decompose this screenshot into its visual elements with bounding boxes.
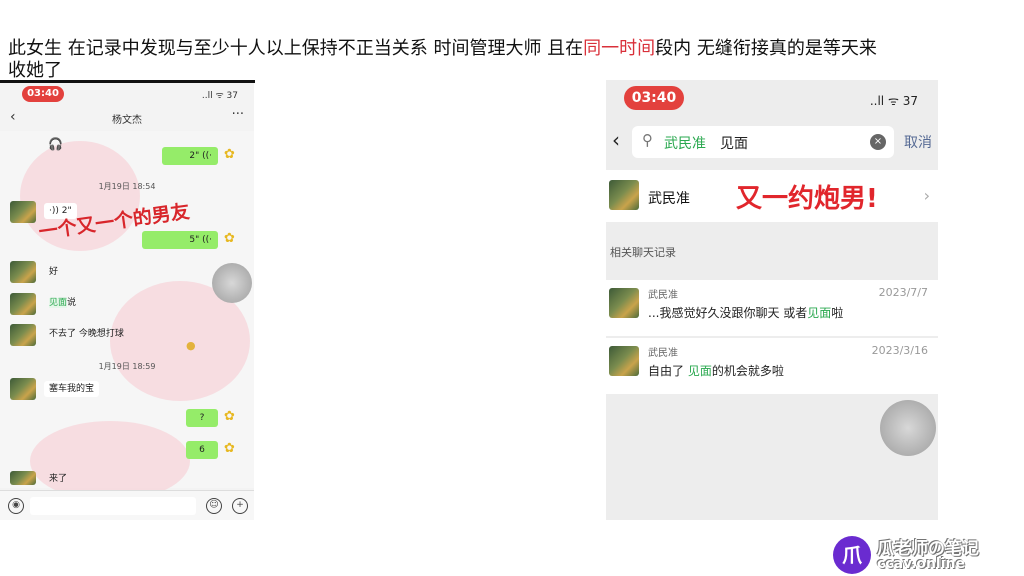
search-bar: ‹ ⚲ 武民准 见面 × 取消 — [606, 122, 938, 162]
record-text-pre: ...我感觉好久没跟你聊天 或者 — [648, 306, 808, 320]
record-date: 2023/7/7 — [878, 286, 928, 299]
timestamp: 1月19日 18:54 — [98, 182, 156, 191]
avatar — [609, 180, 639, 210]
bear-sticker-icon: ✿ — [224, 147, 235, 162]
bear-sticker-icon: ✿ — [224, 441, 235, 456]
record-highlight: 见面 — [807, 306, 832, 320]
message-rest: 说 — [67, 298, 77, 308]
status-bar: 03:40 ..ll ᯤ 37 — [0, 83, 254, 105]
headline: 此女生 在记录中发现与至少十人以上保持不正当关系 时间管理大师 且在同一时间段内… — [8, 38, 888, 82]
headline-highlight: 同一时间 — [583, 38, 656, 59]
avatar[interactable] — [10, 378, 36, 400]
avatar[interactable] — [10, 293, 36, 315]
timestamp: 1月19日 18:59 — [98, 362, 156, 371]
signal-battery-icon: ..ll ᯤ 37 — [869, 94, 918, 108]
record-text-pre: 自由了 — [648, 364, 688, 378]
message-out: 6 — [186, 441, 218, 459]
record-text: 自由了 见面的机会就多啦 — [648, 362, 784, 379]
record-text: ...我感觉好久没跟你聊天 或者见面啦 — [648, 304, 843, 321]
search-query-highlight: 武民准 — [664, 136, 706, 152]
section-label: 相关聊天记录 — [610, 246, 676, 259]
avatar[interactable] — [10, 261, 36, 283]
chat-record-result[interactable]: 武民准 2023/3/16 自由了 见面的机会就多啦 — [606, 338, 938, 394]
bear-sticker-icon: ✿ — [224, 231, 235, 246]
headline-text-1: 此女生 在记录中发现与至少十人以上保持不正当关系 时间管理大师 且在 — [8, 38, 584, 59]
avatar[interactable] — [10, 471, 36, 485]
voice-message-out[interactable]: 5" ((· — [142, 231, 218, 249]
more-options-icon[interactable]: ··· — [232, 107, 244, 122]
voice-message-out[interactable]: 2" ((· — [162, 147, 218, 165]
floating-button-icon[interactable] — [212, 263, 252, 303]
plus-icon[interactable]: + — [232, 498, 248, 514]
bear-sticker-icon: ✿ — [224, 409, 235, 424]
emoji-icon[interactable]: ☺ — [206, 498, 222, 514]
logo-url: ccav.online — [877, 556, 965, 572]
highlight-word: 见面 — [49, 298, 68, 308]
watermark-logo: 爪 瓜老师の笔记 ccav.online — [833, 534, 1023, 574]
message-out: ? — [186, 409, 218, 427]
avatar — [609, 288, 639, 318]
search-input[interactable]: ⚲ 武民准 见面 × — [632, 126, 894, 158]
cancel-button[interactable]: 取消 — [904, 132, 932, 152]
record-highlight: 见面 — [687, 364, 712, 378]
headphone-icon: 🎧 — [48, 137, 63, 151]
message-in: 见面说 — [44, 295, 81, 311]
signal-battery-icon: ..ll ᯤ 37 — [201, 91, 238, 101]
contact-name: 武民准 — [648, 191, 690, 207]
chat-header: ‹ 杨文杰 ··· — [0, 107, 254, 129]
avatar[interactable] — [10, 201, 36, 223]
message-input[interactable] — [30, 497, 196, 515]
logo-badge-icon: 爪 — [833, 536, 871, 574]
record-name: 武民准 — [648, 348, 678, 359]
chat-title: 杨文杰 — [112, 115, 142, 126]
chat-record-result[interactable]: 武民准 2023/7/7 ...我感觉好久没跟你聊天 或者见面啦 — [606, 280, 938, 336]
time-pill: 03:40 — [22, 86, 64, 102]
search-icon: ⚲ — [642, 131, 653, 149]
cupcake-icon: ● — [186, 339, 196, 352]
overlay-caption: 又一约炮男! — [736, 184, 878, 214]
chat-messages: 🎧 2" ((· ✿ 1月19日 18:54 ·)) 2" 5" ((· ✿ 好… — [0, 131, 254, 501]
message-in: 好 — [49, 267, 59, 277]
avatar — [609, 346, 639, 376]
record-name: 武民准 — [648, 290, 678, 301]
right-search-screenshot: 03:40 ..ll ᯤ 37 ‹ ⚲ 武民准 见面 × 取消 武民准 又一约炮… — [606, 80, 938, 520]
search-query-text: 见面 — [720, 136, 748, 152]
message-in: 不去了 今晚想打球 — [49, 329, 124, 339]
avatar[interactable] — [10, 324, 36, 346]
clear-icon[interactable]: × — [870, 134, 886, 150]
record-text-post: 啦 — [831, 306, 844, 320]
back-chevron-icon[interactable]: ‹ — [612, 128, 620, 152]
left-chat-screenshot: 03:40 ..ll ᯤ 37 ‹ 杨文杰 ··· 🎧 2" ((· ✿ 1月1… — [0, 83, 254, 520]
contact-result[interactable]: 武民准 又一约炮男! › — [606, 170, 938, 222]
message-in: 塞车我的宝 — [44, 381, 100, 397]
time-pill: 03:40 — [624, 86, 684, 110]
record-text-post: 的机会就多啦 — [711, 364, 784, 378]
status-bar: 03:40 ..ll ᯤ 37 — [606, 80, 938, 114]
record-date: 2023/3/16 — [871, 344, 928, 357]
floating-button-icon[interactable] — [880, 400, 936, 456]
voice-input-icon[interactable]: ◉ — [8, 498, 24, 514]
input-bar: ◉ ☺ + — [0, 490, 254, 520]
message-in: 来了 — [49, 474, 68, 484]
chevron-right-icon: › — [923, 186, 930, 205]
decor-blob — [30, 421, 190, 501]
